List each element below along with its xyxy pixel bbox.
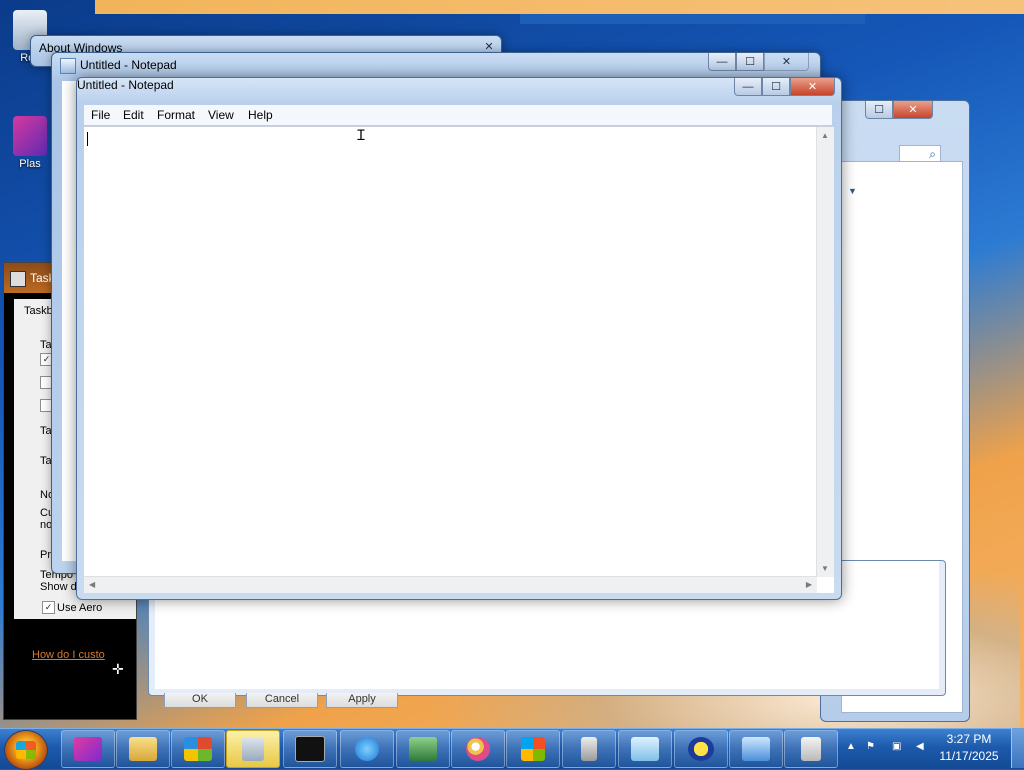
plasma-icon [74, 737, 102, 761]
menu-file[interactable]: File [91, 108, 110, 122]
taskbar-app-control-panel[interactable] [171, 730, 225, 768]
taskbar-app-xming[interactable] [674, 730, 728, 768]
action-center-flag-icon[interactable]: ⚑ [866, 741, 878, 753]
menu-format[interactable]: Format [157, 108, 195, 122]
minimize-button[interactable]: — [734, 78, 762, 96]
explorer-close-button[interactable]: ✕ [893, 101, 933, 119]
server-icon [581, 737, 597, 761]
dialog-apply-button[interactable]: Apply [326, 693, 398, 708]
calculator-icon [242, 737, 264, 761]
menu-bar: File Edit Format View Help [84, 105, 832, 125]
taskbar-app-paint[interactable] [451, 730, 505, 768]
close-icon: ✕ [807, 81, 818, 93]
taskbar-properties-icon [10, 271, 26, 287]
notepad-titlebar[interactable]: Untitled - Notepad [77, 78, 841, 92]
minimize-icon: — [742, 80, 754, 93]
taskbar-app-task-manager[interactable] [396, 730, 450, 768]
taskbar-app-remote-desktop[interactable] [729, 730, 783, 768]
ibeam-cursor-icon: Ｉ [354, 127, 368, 143]
desktop-icon-plasma[interactable]: Plas [8, 116, 52, 170]
taskbar-app-documents[interactable] [784, 730, 838, 768]
system-clock[interactable]: 3:27 PM 11/17/2025 [934, 731, 1004, 765]
dialog-ok-button[interactable]: OK [164, 693, 236, 708]
tab-taskbar[interactable]: Taskb [24, 305, 53, 317]
taskbar-app-windows[interactable] [506, 730, 560, 768]
maximize-icon: ☐ [771, 81, 781, 93]
scroll-left-icon[interactable]: ◀ [89, 580, 95, 589]
notepad-taskbar-icon [631, 737, 659, 761]
internet-explorer-icon [355, 737, 379, 761]
dialog-cancel-button[interactable]: Cancel [246, 693, 318, 708]
setting-label-2: Ta [40, 455, 52, 467]
text-editor-area[interactable]: Ｉ ▲ ▼ ◀ ▶ [84, 126, 834, 593]
scroll-right-icon[interactable]: ▶ [806, 580, 812, 589]
volume-muted-icon[interactable]: ◀ [916, 741, 928, 753]
notepad-back-title: Untitled - Notepad [80, 58, 177, 72]
scroll-up-icon[interactable]: ▲ [821, 131, 829, 140]
taskbar-app-server[interactable] [562, 730, 616, 768]
network-icon[interactable]: ▣ [892, 741, 904, 753]
taskbar-app-notepad[interactable] [618, 730, 672, 768]
help-link[interactable]: How do I custo [32, 649, 108, 661]
clock-date: 11/17/2025 [939, 749, 999, 763]
x-server-icon [688, 737, 714, 761]
command-prompt-icon [295, 736, 325, 762]
documents-icon [801, 737, 821, 761]
show-desktop-label: Show d [40, 581, 77, 593]
section-label: Ta [40, 339, 52, 351]
background-window-edge [95, 0, 1024, 14]
notepad-app-icon-back [60, 58, 76, 74]
back-maximize-button[interactable]: ☐ [736, 53, 764, 71]
back-close-button[interactable]: ✕ [764, 53, 809, 71]
control-panel-icon [184, 737, 212, 761]
scroll-down-icon[interactable]: ▼ [821, 564, 829, 573]
taskbar-app-plasma[interactable] [61, 730, 115, 768]
tray-expand-icon[interactable]: ▲ [846, 741, 858, 753]
use-aero-checkbox[interactable]: ✓ [42, 601, 55, 614]
notepad-window[interactable]: Untitled - Notepad — ☐ ✕ File Edit Forma… [76, 77, 842, 600]
task-manager-icon [409, 737, 437, 761]
close-button[interactable]: ✕ [790, 78, 835, 96]
use-aero-label: Use Aero [57, 602, 103, 614]
taskbar-app-calculator[interactable] [226, 730, 280, 768]
clock-time: 3:27 PM [946, 732, 992, 746]
maximize-button[interactable]: ☐ [762, 78, 790, 96]
paint-icon [466, 737, 490, 761]
move-cursor-icon: ✛ [112, 661, 124, 677]
setting-label-1: Ta [40, 425, 52, 437]
remote-desktop-icon [742, 737, 770, 761]
folder-icon [129, 737, 157, 761]
taskbar-app-cmd[interactable] [283, 730, 337, 768]
chevron-down-icon: ▼ [848, 186, 857, 196]
plasma-app-icon [13, 116, 47, 156]
windows-logo-icon [16, 741, 36, 759]
search-icon: ⌕ [929, 147, 936, 161]
windows-flag-icon [521, 737, 545, 761]
menu-help[interactable]: Help [248, 108, 273, 122]
background-window-edge-2 [520, 14, 865, 24]
taskbar-app-ie[interactable] [340, 730, 394, 768]
notepad-title: Untitled - Notepad [77, 78, 174, 92]
menu-view[interactable]: View [208, 108, 234, 122]
explorer-maximize-button[interactable]: ☐ [865, 101, 893, 119]
taskbar-app-explorer[interactable] [116, 730, 170, 768]
show-desktop-button[interactable] [1011, 728, 1024, 768]
menu-edit[interactable]: Edit [123, 108, 144, 122]
text-caret [87, 132, 88, 146]
horizontal-scrollbar[interactable]: ◀ ▶ [84, 576, 817, 593]
back-minimize-button[interactable]: — [708, 53, 736, 71]
start-button[interactable] [4, 730, 48, 770]
vertical-scrollbar[interactable]: ▲ ▼ [816, 127, 834, 577]
